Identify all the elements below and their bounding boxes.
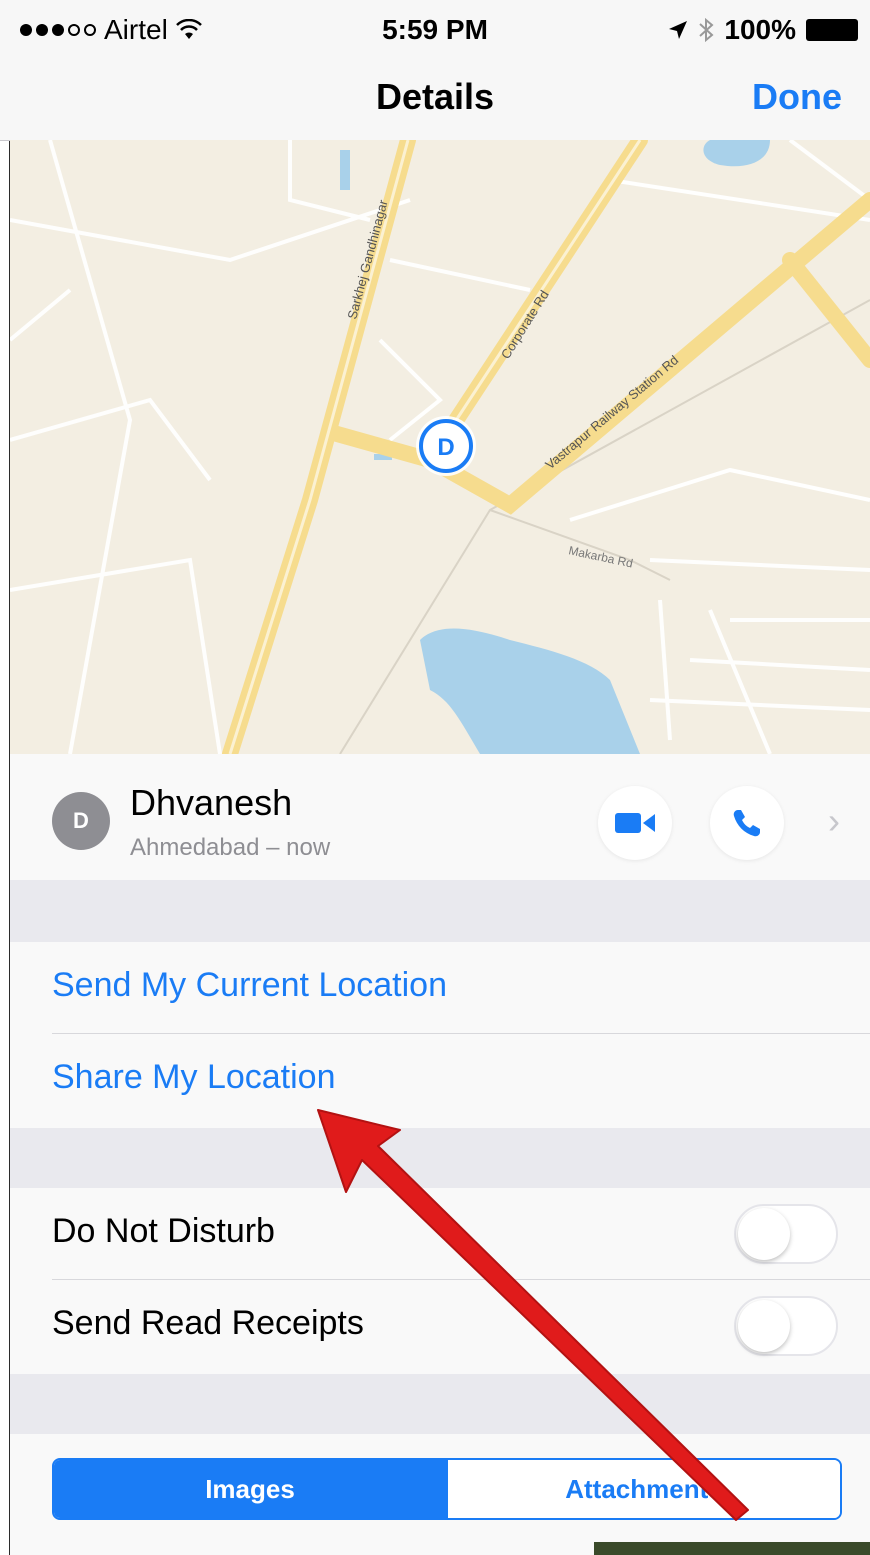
contact-name: Dhvanesh [130, 782, 293, 823]
section-gap [10, 880, 870, 942]
battery-icon [806, 19, 858, 41]
details-screen: Airtel 5:59 PM 100% Details Done Sarkhej… [0, 0, 870, 1555]
do-not-disturb-label: Do Not Disturb [52, 1212, 275, 1250]
do-not-disturb-row: Do Not Disturb [10, 1188, 870, 1280]
status-right: 100% [668, 14, 858, 46]
contact-location-pin[interactable]: D [416, 416, 476, 476]
media-segmented-control: Images Attachments [52, 1458, 842, 1520]
phone-icon [733, 810, 760, 837]
section-gap [10, 1128, 870, 1188]
do-not-disturb-toggle[interactable] [734, 1204, 838, 1264]
share-my-location-label: Share My Location [52, 1058, 336, 1096]
location-map[interactable]: Sarkhej Gandhinagar Corporate Rd Vastrap… [10, 140, 870, 754]
phone-call-button[interactable] [710, 786, 784, 860]
battery-percent: 100% [724, 14, 796, 45]
bluetooth-icon [699, 18, 714, 42]
send-read-receipts-label: Send Read Receipts [52, 1304, 364, 1342]
chevron-right-icon[interactable]: › [828, 800, 840, 842]
status-bar: Airtel 5:59 PM 100% [0, 0, 870, 58]
tab-attachments[interactable]: Attachments [446, 1460, 840, 1518]
video-call-button[interactable] [598, 786, 672, 860]
navigation-bar: Details Done [0, 58, 870, 141]
image-thumbnail[interactable] [594, 1542, 870, 1555]
tab-images[interactable]: Images [54, 1460, 446, 1518]
send-current-location-row[interactable]: Send My Current Location [10, 942, 870, 1034]
page-title: Details [375, 76, 495, 117]
avatar: D [52, 792, 110, 850]
send-current-location-label: Send My Current Location [52, 966, 447, 1004]
settings-section: Do Not Disturb Send Read Receipts [10, 1188, 870, 1374]
contact-row[interactable]: D Dhvanesh Ahmedabad – now › [10, 754, 870, 881]
video-camera-icon [615, 813, 655, 833]
pin-letter: D [437, 434, 454, 461]
location-section: Send My Current Location Share My Locati… [10, 942, 870, 1128]
contact-location-status: Ahmedabad – now [130, 834, 331, 861]
section-gap [10, 1374, 870, 1434]
location-arrow-icon [669, 21, 688, 39]
screen-edge [0, 0, 10, 1555]
done-button[interactable]: Done [752, 76, 842, 118]
share-my-location-row[interactable]: Share My Location [10, 1034, 870, 1126]
send-read-receipts-row: Send Read Receipts [10, 1280, 870, 1372]
send-read-receipts-toggle[interactable] [734, 1296, 838, 1356]
map-canvas: Sarkhej Gandhinagar Corporate Rd Vastrap… [10, 140, 870, 754]
